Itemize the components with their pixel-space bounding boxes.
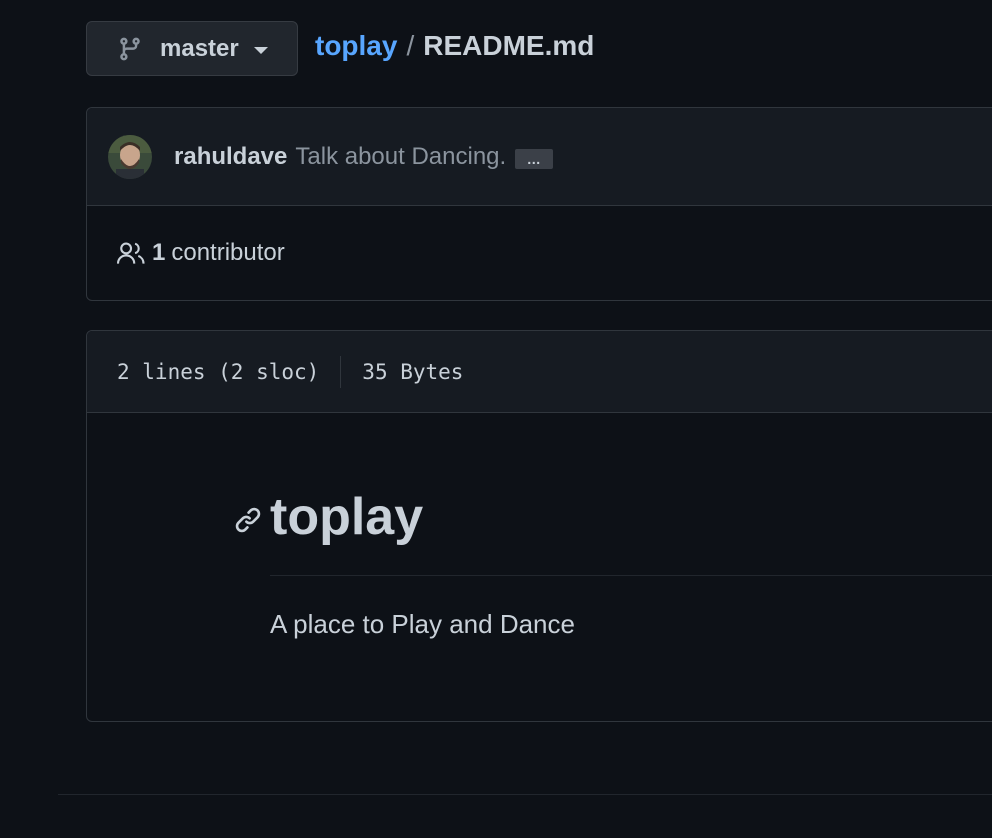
heading-divider — [270, 575, 992, 576]
avatar-image — [108, 134, 152, 179]
footer-divider — [58, 794, 992, 795]
file-info-header: 2 lines (2 sloc) 35 Bytes — [87, 331, 992, 413]
breadcrumb: toplay / README.md — [315, 30, 594, 62]
git-branch-icon — [120, 37, 140, 60]
readme-heading: toplay — [270, 488, 424, 546]
branch-name: master — [160, 34, 239, 62]
people-icon — [116, 242, 145, 264]
link-icon[interactable] — [234, 506, 262, 534]
branch-selector-button[interactable]: master — [86, 21, 298, 76]
file-size: 35 Bytes — [362, 359, 464, 384]
commit-header: rahuldave Talk about Dancing. … — [87, 108, 992, 206]
latest-commit-box: rahuldave Talk about Dancing. … 1 contri… — [86, 107, 992, 301]
avatar[interactable] — [108, 134, 152, 179]
breadcrumb-separator: / — [406, 30, 415, 61]
contributors-row[interactable]: 1 contributor — [87, 206, 992, 300]
expand-commit-button[interactable]: … — [515, 148, 554, 169]
repo-link[interactable]: toplay — [315, 30, 397, 62]
file-lines: 2 lines (2 sloc) — [117, 359, 320, 384]
commit-author-link[interactable]: rahuldave — [174, 143, 287, 171]
readme-paragraph: A place to Play and Dance — [270, 609, 575, 639]
readme-content: toplay A place to Play and Dance — [87, 413, 992, 721]
file-name: README.md — [423, 30, 595, 61]
file-info-divider — [340, 355, 342, 388]
contributor-label: contributor — [171, 239, 285, 266]
file-box: 2 lines (2 sloc) 35 Bytes toplay A place… — [86, 330, 992, 722]
commit-message-link[interactable]: Talk about Dancing. — [295, 143, 506, 171]
chevron-down-icon — [253, 46, 268, 54]
contributor-count: 1 — [152, 239, 166, 266]
